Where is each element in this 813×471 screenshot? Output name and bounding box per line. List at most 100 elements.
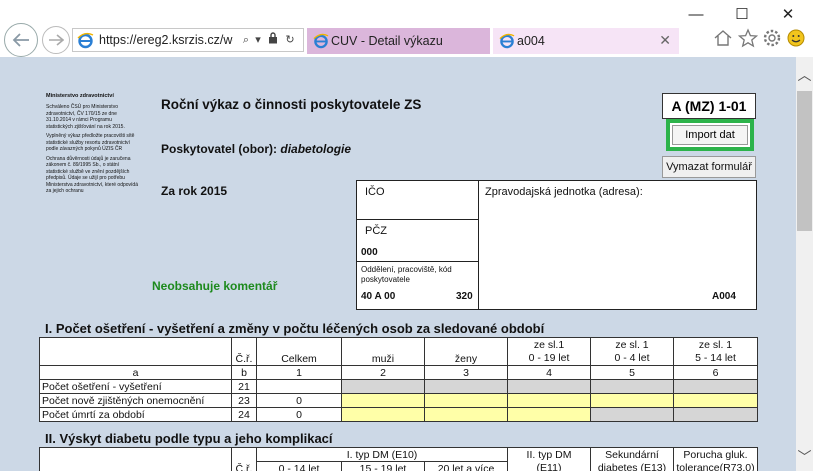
- input-cell[interactable]: [673, 407, 758, 422]
- input-cell[interactable]: [341, 379, 425, 394]
- header-celkem: Celkem: [256, 337, 342, 366]
- url-text[interactable]: https://ereg2.ksrzis.cz/we: [99, 33, 233, 49]
- vertical-scrollbar[interactable]: ︿ ﹀: [796, 57, 813, 471]
- input-cell[interactable]: [590, 407, 674, 422]
- ie-tab-icon: [499, 33, 515, 49]
- close-tab-icon[interactable]: ✕: [659, 32, 671, 49]
- header-zeny: ženy: [424, 337, 508, 366]
- provider-value: diabetologie: [280, 142, 352, 156]
- table-row: Počet nově zjištěných onemocnění 23 0: [39, 393, 758, 408]
- input-cell[interactable]: [424, 393, 508, 408]
- tab-label: CUV - Detail výkazu: [331, 34, 443, 48]
- pcz-value: 000: [361, 247, 378, 258]
- section-2-title: II. Výskyt diabetu podle typu a jeho kom…: [45, 431, 333, 446]
- dropdown-icon[interactable]: ▾: [251, 32, 265, 48]
- ico-label: IČO: [365, 186, 385, 198]
- header-age-5-14: ze sl. 15 - 14 let: [673, 337, 758, 366]
- ministry-note: Ministerstvo zdravotnictví Schváleno ČSÚ…: [46, 93, 138, 198]
- favorites-star-icon[interactable]: [738, 28, 758, 48]
- import-data-button[interactable]: Import dat: [672, 125, 748, 145]
- column-letters-row: a b 1 2 3 4 5 6: [39, 365, 758, 380]
- header-age-0-4: ze sl. 10 - 4 let: [590, 337, 674, 366]
- header-glucose-tolerance: Porucha gluk. tolerance(R73.0): [673, 447, 758, 471]
- celkem-cell: [256, 379, 342, 394]
- smiley-feedback-icon[interactable]: [786, 28, 806, 48]
- reporting-unit-code: A004: [712, 291, 736, 302]
- header-cr: Č.ř.: [231, 447, 257, 471]
- department-label-line2: poskytovatele: [361, 275, 410, 284]
- ministry-heading: Ministerstvo zdravotnictví: [46, 93, 114, 99]
- header-muzi: muži: [341, 337, 425, 366]
- row-number: 24: [231, 407, 257, 422]
- row-label: Počet úmrtí za období: [39, 407, 232, 422]
- ministry-submission-text: Vyplněný výkaz předložte pracovišti sítě…: [46, 133, 135, 153]
- header-type1-0-14: 0 - 14 let: [256, 461, 342, 471]
- tab-cuv-detail[interactable]: CUV - Detail výkazu: [307, 28, 490, 54]
- scroll-up-icon[interactable]: ︿: [796, 65, 813, 85]
- no-comment-status[interactable]: Neobsahuje komentář: [152, 279, 277, 293]
- input-cell[interactable]: [341, 407, 425, 422]
- browser-chrome: — ☐ ✕ https://ereg2.ksrzis.cz/we ⌕ ▾ ↻ C…: [0, 0, 813, 57]
- header-type1-20plus: 20 let a více: [424, 461, 508, 471]
- department-code: 40 A 00: [361, 291, 396, 302]
- header-type1: I. typ DM (E10): [256, 447, 508, 462]
- header-type2: II. typ DM (E11): [507, 447, 591, 471]
- clear-form-button[interactable]: Vymazat formulář: [662, 156, 756, 178]
- back-arrow-icon: [12, 33, 29, 47]
- header-secondary: Sekundární diabetes (E13): [590, 447, 674, 471]
- back-button[interactable]: [4, 23, 38, 57]
- ie-tab-icon: [313, 33, 329, 49]
- celkem-cell: 0: [256, 393, 342, 408]
- forward-arrow-icon: [49, 34, 64, 46]
- section-1-title: I. Počet ošetření - vyšetření a změny v …: [45, 321, 545, 336]
- table-row: Počet úmrtí za období 24 0: [39, 407, 758, 422]
- celkem-cell: 0: [256, 407, 342, 422]
- close-window-button[interactable]: ✕: [777, 4, 799, 26]
- tab-label: a004: [517, 34, 545, 48]
- import-highlight: Import dat: [666, 119, 754, 151]
- input-cell[interactable]: [590, 379, 674, 394]
- minimize-button[interactable]: —: [685, 4, 707, 26]
- input-cell[interactable]: [507, 407, 591, 422]
- page-content: Ministerstvo zdravotnictví Schváleno ČSÚ…: [0, 57, 796, 471]
- home-icon[interactable]: [713, 28, 733, 48]
- refresh-icon[interactable]: ↻: [283, 32, 297, 48]
- gear-icon[interactable]: [762, 28, 782, 48]
- provider-label: Poskytovatel (obor):: [161, 142, 278, 156]
- input-cell[interactable]: [424, 379, 508, 394]
- scroll-thumb[interactable]: [797, 91, 812, 231]
- tab-a004[interactable]: a004 ✕: [493, 28, 679, 54]
- ie-logo-icon: [77, 32, 94, 49]
- diabetes-type-table: Č.ř. I. typ DM (E10) II. typ DM (E11) Sek…: [39, 447, 758, 471]
- input-cell[interactable]: [341, 393, 425, 408]
- input-cell[interactable]: [590, 393, 674, 408]
- header-age-0-19: ze sl.1 0 - 19 let: [507, 337, 591, 366]
- input-cell[interactable]: [673, 379, 758, 394]
- form-title: Roční výkaz o činnosti poskytovatele ZS: [161, 97, 422, 112]
- reporting-unit-label: Zpravodajská jednotka (adresa):: [485, 186, 643, 198]
- input-cell[interactable]: [507, 379, 591, 394]
- provider-row: Poskytovatel (obor): diabetologie: [161, 142, 351, 156]
- ministry-confidentiality-text: Ochrana důvěrnosti údajů je zaručena zák…: [46, 155, 138, 195]
- report-year: Za rok 2015: [161, 184, 228, 198]
- ministry-approval-text: Schváleno ČSÚ pro Ministerstvo zdravotni…: [46, 104, 125, 130]
- address-bar[interactable]: https://ereg2.ksrzis.cz/we ⌕ ▾ ↻: [72, 28, 304, 52]
- row-label: Počet ošetření - vyšetření: [39, 379, 232, 394]
- header-type1-15-19: 15 - 19 let: [341, 461, 425, 471]
- form-code: A (MZ) 1-01: [662, 93, 756, 119]
- table-row: Počet ošetření - vyšetření 21: [39, 379, 758, 394]
- input-cell[interactable]: [673, 393, 758, 408]
- identification-box: IČO PČZ 000 Oddělení, pracoviště, kód po…: [356, 180, 757, 310]
- row-label: Počet nově zjištěných onemocnění: [39, 393, 232, 408]
- lock-icon[interactable]: [266, 32, 280, 48]
- pcz-label: PČZ: [365, 225, 387, 237]
- department-number: 320: [456, 291, 473, 302]
- forward-button[interactable]: [42, 26, 70, 54]
- scroll-down-icon[interactable]: ﹀: [796, 447, 813, 467]
- header-cr: Č.ř.: [231, 337, 257, 366]
- input-cell[interactable]: [424, 407, 508, 422]
- department-label-line1: Oddělení, pracoviště, kód: [361, 265, 452, 274]
- treatment-table: Č.ř. Celkem muži ženy ze sl.1 0 - 19 let …: [39, 337, 758, 422]
- maximize-button[interactable]: ☐: [731, 4, 753, 26]
- input-cell[interactable]: [507, 393, 591, 408]
